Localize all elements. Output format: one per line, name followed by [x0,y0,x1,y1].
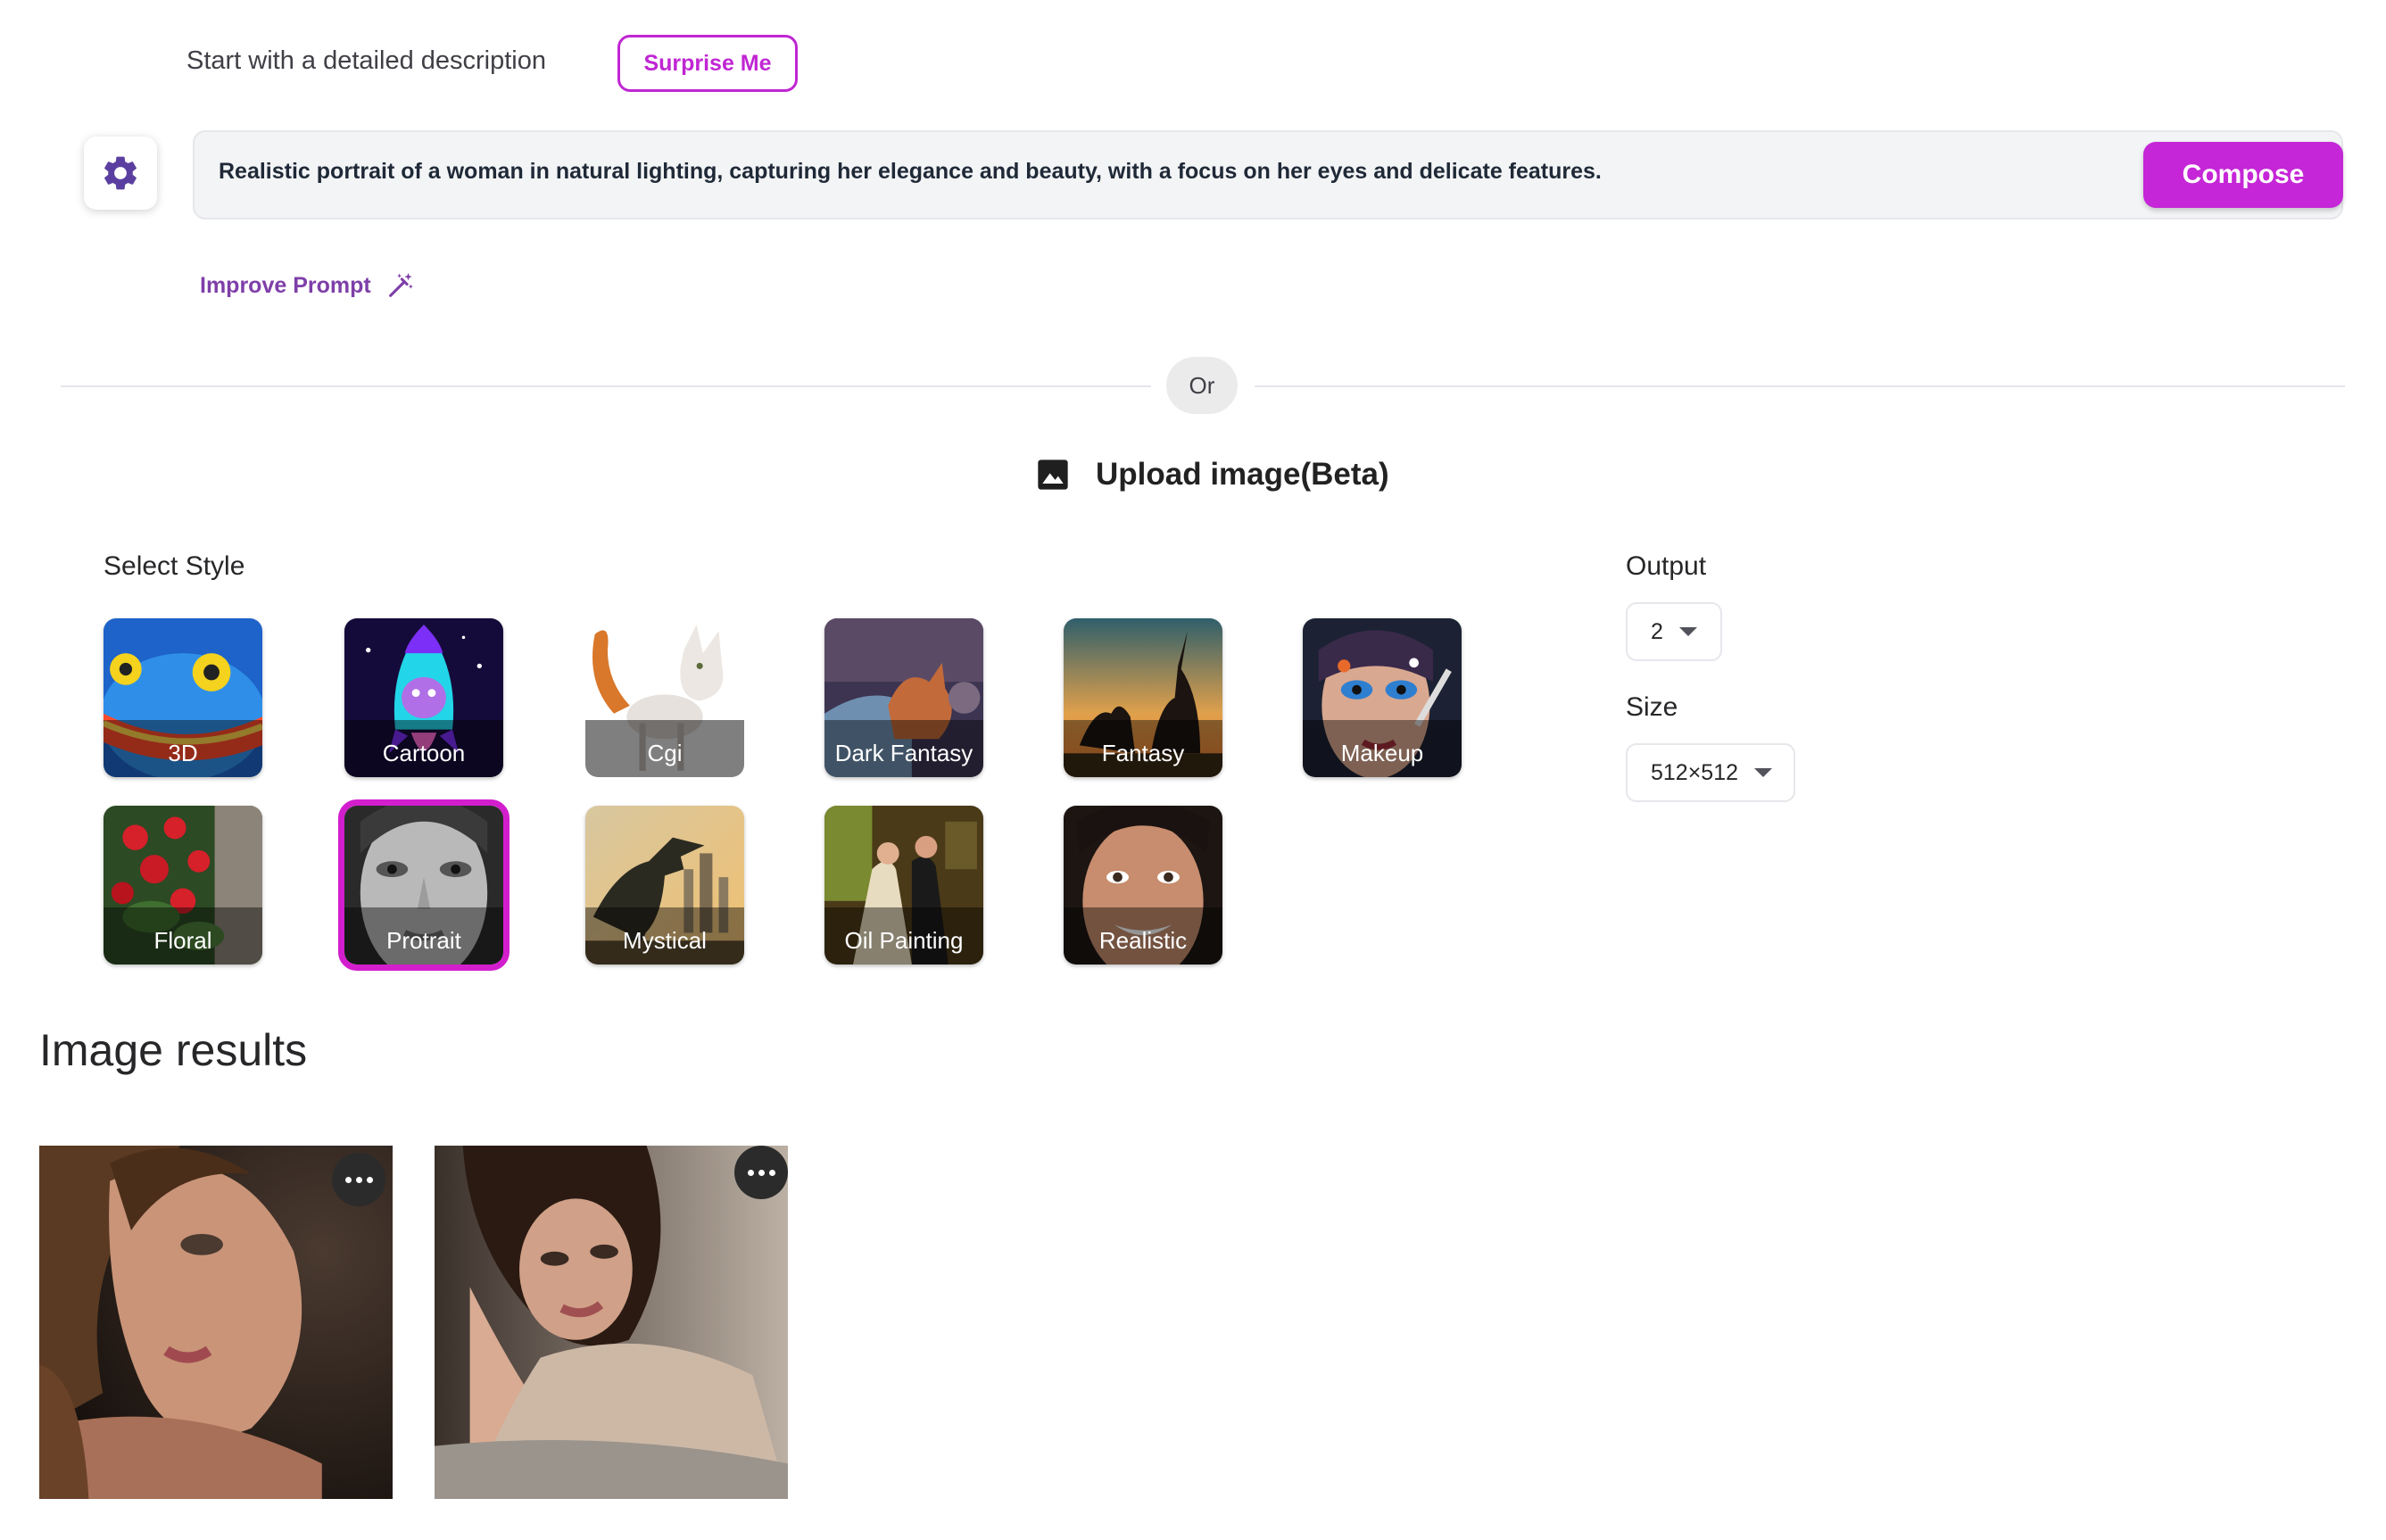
style-tile-label: 3D [104,720,262,777]
more-options-button[interactable] [332,1153,385,1206]
style-tile-makeup[interactable]: Makeup [1303,618,1462,777]
more-dot [758,1169,765,1176]
style-tile-label: Mystical [585,907,744,965]
upload-image-label: Upload image(Beta) [1096,457,1389,492]
improve-prompt-link[interactable]: Improve Prompt [200,270,416,301]
style-tile-label: Floral [104,907,262,965]
style-tile-cgi[interactable]: Cgi [585,618,744,777]
style-tile-label: Oil Painting [824,907,983,965]
style-tile-fantasy[interactable]: Fantasy [1064,618,1222,777]
image-results-heading: Image results [39,1025,308,1075]
style-tile-label: Cartoon [344,720,503,777]
more-dot [366,1176,373,1183]
chevron-down-icon [1678,627,1697,636]
prompt-text[interactable]: Realistic portrait of a woman in natural… [219,159,2092,185]
or-separator: Or [1166,357,1238,414]
more-options-button[interactable] [734,1146,788,1199]
style-tile-protrait[interactable]: Protrait [338,799,510,971]
size-select[interactable]: 512×512 [1626,743,1795,802]
style-tile-floral[interactable]: Floral [104,806,262,965]
result-image-1[interactable] [39,1146,393,1499]
more-dot [747,1169,754,1176]
output-value: 2 [1651,618,1663,644]
more-dot [355,1176,362,1183]
style-tile-label: Realistic [1064,907,1222,965]
improve-prompt-label: Improve Prompt [200,272,371,298]
chevron-down-icon [1754,768,1773,777]
output-label: Output [1626,551,1707,581]
style-tile-label: Dark Fantasy [824,720,983,777]
output-select[interactable]: 2 [1626,602,1722,661]
style-tile-cartoon[interactable]: Cartoon [344,618,503,777]
result-image-2[interactable] [435,1146,788,1499]
gear-icon [104,156,137,190]
style-tile-mystical[interactable]: Mystical [585,806,744,965]
image-icon [1038,460,1068,490]
style-tile-label: Makeup [1303,720,1462,777]
divider-left [61,385,1151,387]
magic-wand-icon [388,272,413,297]
more-dot [344,1176,352,1183]
style-tile-oil-painting[interactable]: Oil Painting [824,806,983,965]
style-tile-3d[interactable]: 3D [104,618,262,777]
style-tile-label: Protrait [344,907,503,965]
divider-right [1255,385,2345,387]
style-tile-realistic[interactable]: Realistic [1064,806,1222,965]
description-heading: Start with a detailed description [186,46,546,75]
settings-button[interactable] [84,137,157,210]
result-portrait-2 [435,1146,788,1499]
style-tile-dark-fantasy[interactable]: Dark Fantasy [824,618,983,777]
select-style-label: Select Style [104,551,245,581]
surprise-me-button[interactable]: Surprise Me [617,35,798,92]
size-value: 512×512 [1651,759,1739,785]
compose-button[interactable]: Compose [2143,142,2343,208]
size-label: Size [1626,692,1678,722]
style-tile-label: Fantasy [1064,720,1222,777]
upload-image-button[interactable]: Upload image(Beta) [1035,457,1389,493]
style-tile-label: Cgi [585,720,744,777]
more-dot [768,1169,775,1176]
